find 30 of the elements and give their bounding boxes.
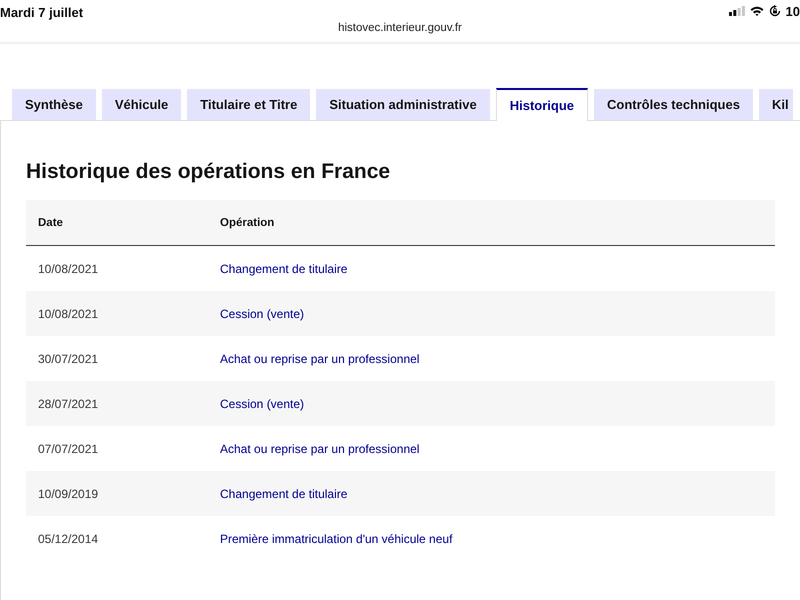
tab[interactable]: Titulaire et Titre bbox=[187, 89, 310, 120]
date-cell-text: 10/09/2019 bbox=[37, 486, 100, 500]
operation-link[interactable]: Achat ou reprise par un professionnel bbox=[220, 352, 420, 366]
signal-icon bbox=[728, 6, 745, 16]
tab[interactable]: Contrôles techniques bbox=[594, 89, 753, 120]
column-header: Opération bbox=[220, 216, 274, 228]
date-cell-text: 10/08/2021 bbox=[37, 306, 100, 320]
operation-link[interactable]: Cession (vente) bbox=[220, 396, 304, 410]
battery-percentage: 10 bbox=[786, 4, 800, 18]
date-cell-text: 10/08/2021 bbox=[37, 262, 100, 276]
tab[interactable]: Historique bbox=[496, 88, 588, 121]
operation-link[interactable]: Changement de titulaire bbox=[220, 262, 348, 276]
date-cell-text: 05/12/2014 bbox=[37, 532, 100, 546]
rotation-lock-icon bbox=[768, 5, 781, 17]
tab[interactable]: Véhicule bbox=[102, 89, 182, 120]
address-bar-url[interactable]: histovec.interieur.gouv.fr bbox=[338, 22, 462, 34]
date-cell-text: 28/07/2021 bbox=[37, 396, 100, 410]
date-cell-text: 30/07/2021 bbox=[37, 352, 100, 366]
wifi-icon bbox=[750, 6, 764, 16]
tab[interactable]: Synthèse bbox=[12, 89, 96, 120]
date-cell-text: 07/07/2021 bbox=[37, 442, 100, 456]
operation-link[interactable]: Première immatriculation d'un véhicule neuf bbox=[220, 532, 452, 546]
operation-link[interactable]: Changement de titulaire bbox=[220, 486, 348, 500]
column-header: Date bbox=[37, 216, 64, 228]
tab[interactable]: Kil bbox=[758, 89, 793, 120]
operation-link[interactable]: Achat ou reprise par un professionnel bbox=[220, 442, 420, 456]
section-title: Historique des opérations en France bbox=[26, 159, 392, 185]
status-date: Mardi 7 juillet bbox=[0, 4, 84, 20]
operation-link[interactable]: Cession (vente) bbox=[220, 306, 304, 320]
tab[interactable]: Situation administrative bbox=[316, 89, 490, 120]
